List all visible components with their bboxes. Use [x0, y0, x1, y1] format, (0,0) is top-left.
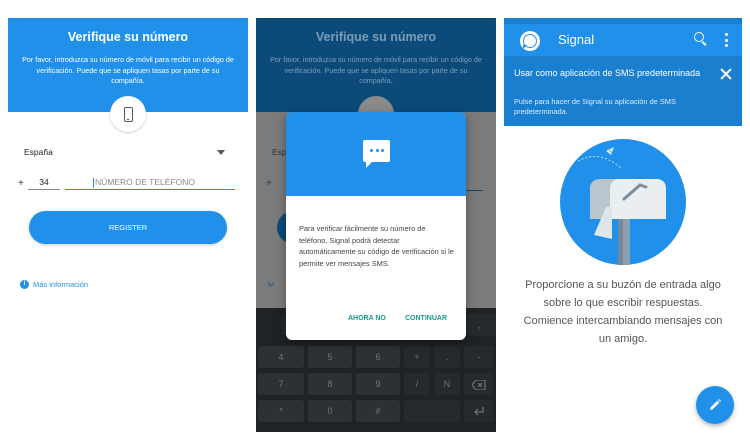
backspace-key[interactable] [464, 373, 494, 395]
country-code-input[interactable]: 34 [28, 175, 60, 190]
more-info-label: Más información [33, 280, 89, 289]
dialog-header [286, 112, 466, 196]
signal-logo-icon [520, 31, 540, 51]
banner-subtitle: Pulse para hacer de Signal su aplicación… [514, 97, 676, 116]
dimmed-more-info: M [268, 280, 275, 289]
page-title: Verifique su número [67, 30, 189, 44]
more-vert-icon[interactable] [725, 33, 729, 47]
close-icon[interactable] [720, 68, 732, 80]
dimmed-plus: + [266, 178, 272, 189]
message-bubble-icon [363, 140, 390, 168]
pencil-icon [710, 399, 721, 410]
register-button[interactable]: REGISTER [29, 211, 227, 244]
keyboard-key[interactable]: + [404, 346, 430, 368]
mailbox-icon [560, 139, 686, 265]
phone-badge [110, 96, 146, 132]
sms-permission-screen: Verifique su número Por favor, introduzc… [256, 18, 496, 432]
dialog-message: Para verificar fácilmente su número de t… [299, 224, 454, 268]
text-cursor [93, 177, 94, 188]
screenshot-stage: Verifique su número Por favor, introduzc… [0, 0, 750, 440]
app-title: Signal [558, 32, 595, 47]
plus-sign: + [18, 178, 24, 189]
not-now-button[interactable]: AHORA NO [348, 315, 386, 322]
keyboard-key[interactable]: 9 [356, 373, 400, 395]
keyboard-key[interactable]: 5 [308, 346, 352, 368]
keyboard-key[interactable]: # [356, 400, 400, 422]
keyboard-key[interactable]: 4 [258, 346, 304, 368]
dimmed-description: Por favor, introduzca su número de móvil… [270, 55, 482, 85]
sms-permission-dialog: Para verificar fácilmente su número de t… [286, 112, 466, 340]
keyboard-key[interactable]: 8 [308, 373, 352, 395]
phone-icon [123, 106, 133, 122]
keyboard-key[interactable]: N [434, 373, 460, 395]
continue-button[interactable]: CONTINUAR [405, 315, 447, 322]
empty-inbox-message: Proporcione a su buzón de entrada algo s… [523, 279, 723, 345]
compose-button[interactable] [696, 386, 734, 424]
keyboard-key[interactable]: . [404, 400, 460, 422]
dimmed-title: Verifique su número [315, 30, 437, 44]
dropdown-caret-icon[interactable] [217, 150, 225, 155]
keyboard-key[interactable]: - [464, 346, 494, 368]
keyboard-key[interactable]: 6 [356, 346, 400, 368]
default-sms-banner[interactable]: Usar como aplicación de SMS predetermina… [504, 56, 742, 126]
phone-placeholder: NÚMERO DE TELÉFONO [95, 177, 195, 187]
keyboard-key[interactable]: . [434, 346, 460, 368]
info-icon: i [20, 280, 29, 289]
backspace-icon [471, 379, 486, 391]
keyboard-key[interactable]: * [258, 400, 304, 422]
keyboard-key[interactable]: 0 [308, 400, 352, 422]
enter-key[interactable] [464, 400, 494, 422]
verify-screen: Verifique su número Por favor, introduzc… [8, 18, 248, 432]
more-info-link[interactable]: i Más información [20, 280, 88, 289]
app-bar: Signal [504, 24, 742, 56]
enter-icon [474, 406, 484, 416]
country-select[interactable]: España [24, 147, 53, 157]
banner-title: Usar como aplicación de SMS predetermina… [514, 68, 701, 78]
header-description: Por favor, introduzca su número de móvil… [22, 55, 234, 85]
keyboard-key[interactable]: , [462, 314, 496, 336]
signal-inbox-screen: Signal Usar como aplicación de SMS prede… [504, 18, 742, 432]
phone-number-input[interactable]: NÚMERO DE TELÉFONO [65, 175, 235, 190]
keyboard-key[interactable]: / [404, 373, 430, 395]
keyboard-key[interactable]: 7 [258, 373, 304, 395]
search-icon[interactable] [693, 31, 709, 47]
